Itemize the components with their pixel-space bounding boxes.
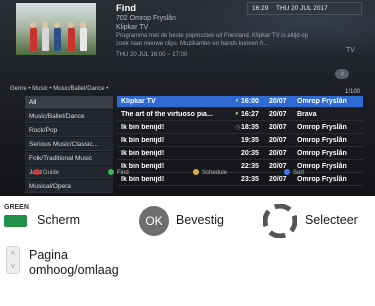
- result-row[interactable]: Klipkar TV ● 16:00 20/07 Omrop Fryslân: [117, 96, 363, 108]
- result-time: 18:35: [241, 124, 259, 131]
- legend-schedule-label: Schedule: [202, 170, 228, 176]
- result-title: The art of the virtuoso pia...: [121, 111, 213, 118]
- clock-date: THU 20 JUL 2017: [275, 5, 328, 12]
- programme-description: Programma met de beste popmuziek uit Fri…: [116, 33, 308, 47]
- page-title: Find: [116, 3, 137, 14]
- genre-item-rock-pop[interactable]: Rock/Pop: [25, 124, 113, 137]
- result-date: 20/07: [269, 150, 287, 157]
- programme-name: Klipkar TV: [116, 24, 149, 31]
- genre-item-all[interactable]: All: [25, 96, 113, 109]
- yellow-dot-icon: [193, 169, 199, 175]
- dpad-icon: [263, 204, 297, 238]
- ok-key-icon: OK: [139, 206, 169, 236]
- reminder-icon: ◷: [235, 125, 241, 131]
- clock: 16:29 THU 20 JUL 2017: [247, 2, 362, 15]
- green-dot-icon: [108, 169, 114, 175]
- playing-icon: ●: [235, 98, 239, 104]
- tv-screen: Find 702 Omrop Fryslân Klipkar TV Progra…: [0, 0, 375, 196]
- result-title: Klipkar TV: [121, 98, 156, 105]
- legend-find-label: Find: [117, 170, 129, 176]
- genre-item-music-ballet-dance[interactable]: Music/Ballet/Dance: [25, 110, 113, 123]
- programme-time-range: THU 20 JUL 16:00 ~ 17:00: [116, 52, 188, 58]
- result-count: 1/100: [345, 89, 361, 95]
- result-time: 16:00: [241, 98, 259, 105]
- help-screen-text: Scherm: [37, 213, 81, 227]
- tv-badge: TV: [346, 47, 355, 54]
- result-time: 20:35: [241, 150, 259, 157]
- genre-item-folk[interactable]: Folk/Traditional Music: [25, 152, 113, 165]
- clock-time: 16:29: [252, 5, 269, 12]
- legend-sort-label: Sort: [293, 170, 305, 176]
- red-dot-icon: [34, 169, 40, 175]
- help-select-text: Selecteer: [305, 213, 358, 227]
- color-key-legend: Guide Find Schedule Sort: [0, 169, 375, 181]
- green-key-icon: [4, 215, 27, 227]
- legend-guide[interactable]: Guide: [34, 169, 59, 176]
- result-channel: Omrop Fryslân: [297, 137, 347, 144]
- genre-item-musical-opera[interactable]: Musical/Opera: [25, 180, 113, 193]
- result-channel: Omrop Fryslân: [297, 98, 347, 105]
- result-row[interactable]: Ik bin benijd! ◷ 18:35 20/07 Omrop Frysl…: [117, 122, 363, 134]
- result-channel: Brava: [297, 111, 317, 118]
- result-title: Ik bin benijd!: [121, 150, 165, 157]
- page-up-down-icon: ˄ ˅: [6, 246, 20, 274]
- result-title: Ik bin benijd!: [121, 137, 165, 144]
- result-date: 20/07: [269, 124, 287, 131]
- legend-schedule[interactable]: Schedule: [193, 169, 227, 176]
- breadcrumb: Genre • Music • Music/Ballet/Dance •: [10, 86, 109, 92]
- options-button[interactable]: ♫: [335, 69, 349, 79]
- playing-icon: ●: [235, 111, 239, 117]
- programme-thumbnail: [16, 3, 96, 55]
- programme-channel: 702 Omrop Fryslân: [116, 15, 176, 22]
- result-title: Ik bin benijd!: [121, 124, 165, 131]
- result-row[interactable]: Ik bin benijd! 20:35 20/07 Omrop Fryslân: [117, 148, 363, 160]
- result-date: 20/07: [269, 98, 287, 105]
- result-channel: Omrop Fryslân: [297, 150, 347, 157]
- result-row[interactable]: The art of the virtuoso pia... ● 16:27 2…: [117, 109, 363, 121]
- result-time: 16:27: [241, 111, 259, 118]
- help-page-text: Pagina: [29, 248, 68, 262]
- result-row[interactable]: Ik bin benijd! 19:35 20/07 Omrop Fryslân: [117, 135, 363, 147]
- legend-guide-label: Guide: [43, 170, 60, 176]
- genre-item-serious-music[interactable]: Serious Music/Classic...: [25, 138, 113, 151]
- result-time: 19:35: [241, 137, 259, 144]
- blue-dot-icon: [284, 169, 290, 175]
- help-confirm-text: Bevestig: [176, 213, 224, 227]
- legend-find[interactable]: Find: [108, 169, 129, 176]
- help-page-updown-text: omhoog/omlaag: [29, 263, 119, 277]
- green-key-label: GREEN: [4, 204, 29, 211]
- result-date: 20/07: [269, 137, 287, 144]
- result-channel: Omrop Fryslân: [297, 124, 347, 131]
- result-date: 20/07: [269, 111, 287, 118]
- legend-sort[interactable]: Sort: [284, 169, 304, 176]
- remote-help-panel: GREEN Scherm OK Bevestig Selecteer ˄ ˅ P…: [0, 196, 375, 306]
